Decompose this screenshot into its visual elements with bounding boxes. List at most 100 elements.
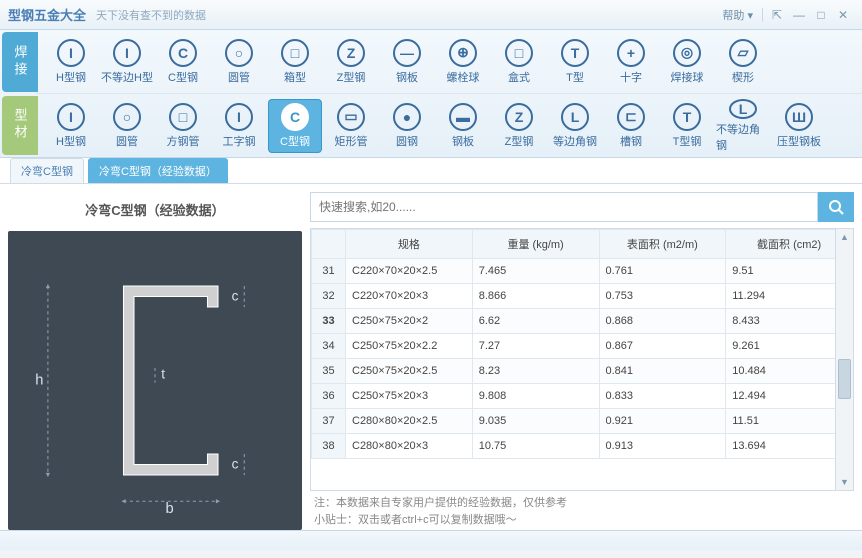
tool-label: 槽钢	[620, 133, 642, 149]
cell: 7.465	[472, 259, 599, 284]
tool-icon: Z	[505, 103, 533, 131]
tool-楔形[interactable]: ▱楔形	[716, 35, 770, 89]
search-button[interactable]	[818, 192, 854, 222]
tool-方钢管[interactable]: □方钢管	[156, 99, 210, 153]
cell: 10.484	[726, 359, 853, 384]
tab[interactable]: 冷弯C型钢	[10, 158, 84, 183]
table-row[interactable]: 36C250×75×20×39.8080.83312.494	[312, 384, 853, 409]
tool-矩形管[interactable]: ▭ 矩形管	[324, 99, 378, 153]
tool-label: T型	[566, 69, 584, 85]
cell: 13.694	[726, 434, 853, 459]
tool-不等边H型[interactable]: I不等边H型	[100, 35, 154, 89]
tab[interactable]: 冷弯C型钢（经验数据）	[88, 158, 228, 183]
left-pane: 冷弯C型钢（经验数据） h b c c t	[0, 192, 310, 530]
tool-icon: ▭	[337, 103, 365, 131]
tool-十字[interactable]: +十字	[604, 35, 658, 89]
column-header[interactable]: 截面积 (cm2)	[726, 230, 853, 259]
tool-C型钢[interactable]: CC型钢	[268, 99, 322, 153]
tool-圆钢[interactable]: ●圆钢	[380, 99, 434, 153]
column-header[interactable]: 规格	[346, 230, 473, 259]
footnote-source: 注：本数据来自专家用户提供的经验数据，仅供参考	[314, 495, 854, 513]
tool-label: 不等边角钢	[716, 121, 770, 153]
tool-icon: ▱	[729, 39, 757, 67]
cell: 8.433	[726, 309, 853, 334]
help-menu[interactable]: 帮助 ▾	[722, 7, 753, 23]
tool-icon: □	[505, 39, 533, 67]
table-row[interactable]: 37C280×80×20×2.59.0350.92111.51	[312, 409, 853, 434]
cell: C250×75×20×2	[346, 309, 473, 334]
cell: 0.753	[599, 284, 726, 309]
cell: 0.913	[599, 434, 726, 459]
tool-钢板[interactable]: —钢板	[380, 35, 434, 89]
scrollbar[interactable]: ▲ ▼	[835, 229, 853, 490]
tool-T型钢[interactable]: TT型钢	[660, 99, 714, 153]
tool-icon: L	[561, 103, 589, 131]
table-row[interactable]: 34C250×75×20×2.27.270.8679.261	[312, 334, 853, 359]
minimize-icon[interactable]: ―	[788, 6, 810, 24]
scroll-up-icon[interactable]: ▲	[836, 229, 853, 245]
profile-diagram: h b c c t	[8, 231, 302, 530]
svg-text:t: t	[161, 366, 165, 381]
cell: C220×70×20×2.5	[346, 259, 473, 284]
column-header[interactable]: 表面积 (m2/m)	[599, 230, 726, 259]
tool-焊接球[interactable]: ◎焊接球	[660, 35, 714, 89]
side-tab-welding[interactable]: 焊接	[2, 32, 38, 92]
tool-圆管[interactable]: ○圆管	[100, 99, 154, 153]
tool-槽钢[interactable]: ⊏槽钢	[604, 99, 658, 153]
tool-钢板[interactable]: ▬钢板	[436, 99, 490, 153]
table-row[interactable]: 35C250×75×20×2.58.230.84110.484	[312, 359, 853, 384]
close-icon[interactable]: ✕	[832, 6, 854, 24]
tool-label: 箱型	[284, 69, 306, 85]
tool-Z型钢[interactable]: ZZ型钢	[324, 35, 378, 89]
column-header[interactable]	[312, 230, 346, 259]
table-row[interactable]: 32C220×70×20×38.8660.75311.294	[312, 284, 853, 309]
tool-label: 矩形管	[335, 133, 368, 149]
tool-label: 工字钢	[223, 133, 256, 149]
tool-箱型[interactable]: □箱型	[268, 35, 322, 89]
content: 冷弯C型钢（经验数据） h b c c t	[0, 184, 862, 530]
tool-icon: ⊕	[449, 39, 477, 67]
cell: 36	[312, 384, 346, 409]
tool-Z型钢[interactable]: ZZ型钢	[492, 99, 546, 153]
tool-不等边角钢[interactable]: L不等边角钢	[716, 99, 770, 153]
column-header[interactable]: 重量 (kg/m)	[472, 230, 599, 259]
table-row[interactable]: 31C220×70×20×2.57.4650.7619.51	[312, 259, 853, 284]
tool-label: H型钢	[56, 69, 86, 85]
tool-icon: I	[57, 39, 85, 67]
tool-icon: I	[225, 103, 253, 131]
cell: 9.808	[472, 384, 599, 409]
pin-icon[interactable]: ⇱	[766, 6, 788, 24]
tool-icon: C	[281, 103, 309, 131]
tool-等边角钢[interactable]: L 等边角钢	[548, 99, 602, 153]
tool-H型钢[interactable]: IH型钢	[44, 99, 98, 153]
tool-icon: I	[57, 103, 85, 131]
table-row[interactable]: 38C280×80×20×310.750.91313.694	[312, 434, 853, 459]
tool-H型钢[interactable]: I H型钢	[44, 35, 98, 89]
side-tab-material[interactable]: 型材	[2, 96, 38, 156]
ribbon-row-material: IH型钢○圆管□方钢管 I 工字钢 CC型钢 ▭ 矩形管 ●圆钢▬钢板ZZ型钢 L 等边角钢 ⊏槽…	[36, 93, 862, 157]
tool-label: 钢板	[452, 133, 474, 149]
tool-盒式[interactable]: □盒式	[492, 35, 546, 89]
tool-icon: L	[729, 99, 757, 119]
tool-螺栓球[interactable]: ⊕螺栓球	[436, 35, 490, 89]
tool-icon: □	[169, 103, 197, 131]
app-subtitle: 天下没有查不到的数据	[96, 7, 722, 23]
statusbar	[0, 530, 862, 550]
table-row[interactable]: 33C250×75×20×26.620.8688.433	[312, 309, 853, 334]
search-input[interactable]	[310, 192, 818, 222]
cell: 35	[312, 359, 346, 384]
maximize-icon[interactable]: □	[810, 6, 832, 24]
cell: 9.51	[726, 259, 853, 284]
tool-工字钢[interactable]: I 工字钢	[212, 99, 266, 153]
tool-T型[interactable]: TT型	[548, 35, 602, 89]
tool-label: 压型钢板	[777, 133, 821, 149]
tool-C型钢[interactable]: CC型钢	[156, 35, 210, 89]
tool-label: 等边角钢	[553, 133, 597, 149]
tool-圆管[interactable]: ○圆管	[212, 35, 266, 89]
cell: 0.841	[599, 359, 726, 384]
cell: C250×75×20×3	[346, 384, 473, 409]
scroll-down-icon[interactable]: ▼	[836, 474, 853, 490]
tool-压型钢板[interactable]: Ш压型钢板	[772, 99, 826, 153]
cell: 37	[312, 409, 346, 434]
scroll-thumb[interactable]	[838, 359, 851, 399]
